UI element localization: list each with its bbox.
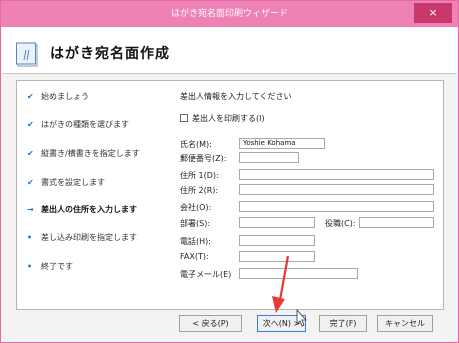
name-label: 氏名(M): [180,140,212,149]
wizard-header: はがき宛名面作成 [2,27,457,74]
steps-panel: ✔ 始めましょう ✔ はがきの種類を選びます ✔ 縦書き/横書きを指定します ✔ 書式を… [16,80,169,310]
address1-label: 住所 1(D): [180,171,219,180]
step-label: 始めましょう [41,92,89,101]
step-label: 差し込み印刷を指定します [41,233,137,242]
print-sender-checkbox[interactable] [180,114,188,122]
checkmark-icon: ✔ [27,92,34,101]
phone-field[interactable] [239,235,315,246]
job-title-field[interactable] [359,217,434,228]
fax-field[interactable] [239,251,315,262]
step-label: はがきの種類を選びます [41,120,129,129]
close-button[interactable]: × [414,3,452,23]
next-button[interactable]: 次へ(N) > [257,315,306,332]
email-field[interactable] [239,268,358,279]
window-title: はがき宛名面印刷ウィザード [170,9,288,19]
instruction-text: 差出人情報を入力してください [180,92,292,101]
step-item: ✔ 書式を設定します [27,176,105,190]
step-label: 終了です [41,262,73,271]
company-label: 会社(O): [180,203,212,212]
name-field[interactable]: Yoshie Kohama [239,138,325,149]
finish-button[interactable]: 完了(F) [319,315,367,332]
step-item-current: → 差出人の住所を入力します [27,203,137,217]
sender-form: 差出人情報を入力してください 差出人を印刷する(I) 氏名(M): Yoshie… [167,80,444,310]
step-item: • 差し込み印刷を指定します [27,231,137,245]
postal-code-label: 郵便番号(Z): [180,154,227,163]
checkmark-icon: ✔ [27,120,34,129]
title-bar: はがき宛名面印刷ウィザード × [1,1,458,27]
department-field[interactable] [239,217,315,228]
postcard-icon [16,42,38,67]
address1-field[interactable] [239,169,434,180]
step-label: 差出人の住所を入力します [41,205,137,214]
address2-field[interactable] [239,184,434,195]
button-bar: < 戻る(P) 次へ(N) > 完了(F) キャンセル [2,308,457,341]
cancel-button[interactable]: キャンセル [377,315,433,332]
step-item: ✔ 始めましょう [27,90,89,104]
step-label: 縦書き/横書きを指定します [41,149,140,158]
step-item: ✔ 縦書き/横書きを指定します [27,147,140,161]
bullet-icon: • [27,262,33,271]
arrow-right-icon: → [27,205,34,214]
print-sender-label: 差出人を印刷する(I) [192,114,265,123]
email-label: 電子メール(E) [180,270,232,279]
back-button[interactable]: < 戻る(P) [179,315,242,332]
page-title: はがき宛名面作成 [50,46,170,62]
checkmark-icon: ✔ [27,149,34,158]
wizard-window: はがき宛名面印刷ウィザード × はがき宛名面作成 ✔ 始めましょう ✔ はがきの種類… [0,0,459,343]
bullet-icon: • [27,233,33,242]
company-field[interactable] [239,201,434,212]
step-label: 書式を設定します [41,178,105,187]
step-item: ✔ はがきの種類を選びます [27,118,129,132]
step-item: • 終了です [27,260,73,274]
fax-label: FAX(T): [180,252,209,261]
checkmark-icon: ✔ [27,178,34,187]
postal-code-field[interactable] [239,152,299,163]
department-label: 部署(S): [180,219,211,228]
job-title-label: 役職(C): [325,219,356,228]
address2-label: 住所 2(R): [180,186,219,195]
phone-label: 電話(H): [180,237,211,246]
